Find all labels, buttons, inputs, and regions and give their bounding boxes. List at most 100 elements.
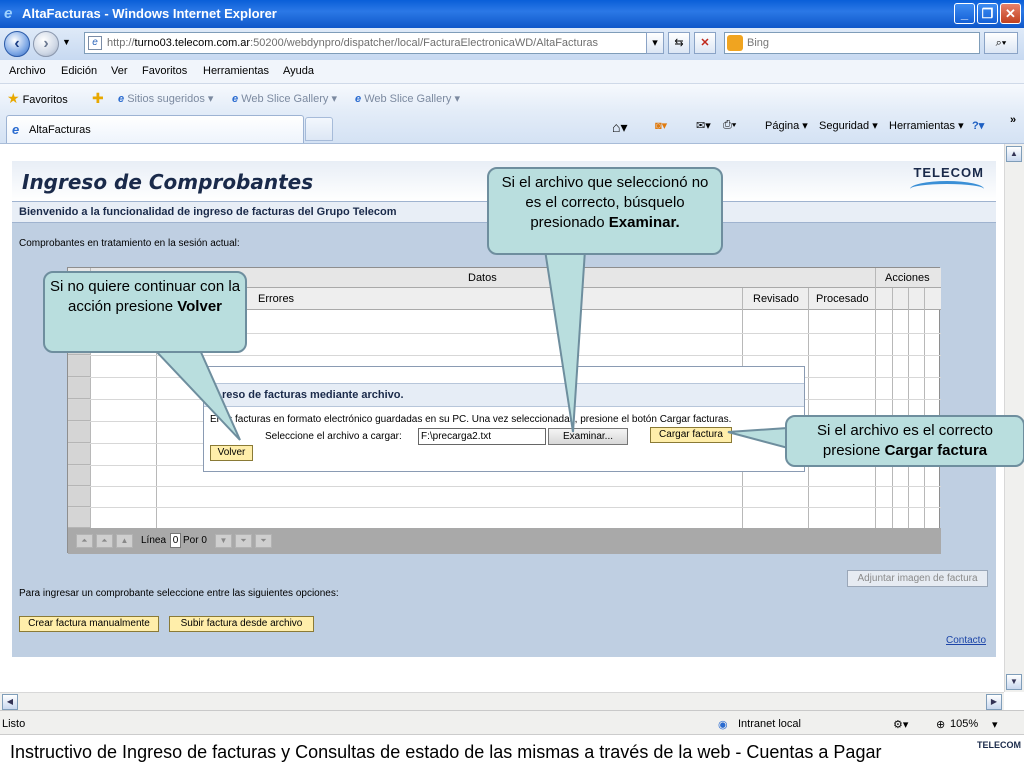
attach-image-button[interactable]: Adjuntar imagen de factura <box>847 570 988 587</box>
feeds-icon[interactable]: ◙▾ <box>655 119 667 132</box>
menu-archivo[interactable]: Archivo <box>9 65 46 77</box>
pager-linea-label: Línea <box>141 535 167 546</box>
row-selector[interactable] <box>68 486 90 507</box>
window-title: AltaFacturas - Windows Internet Explorer <box>22 6 277 21</box>
menu-favoritos[interactable]: Favoritos <box>142 65 187 77</box>
address-dropdown-icon[interactable]: ▾ <box>646 32 664 54</box>
table-pager: ⏶ ⏶ ▲ Línea 0 Por 0 ▼ ⏷ ⏷ <box>68 528 941 554</box>
upload-dialog: reso de facturas mediante archivo. El as… <box>203 366 805 472</box>
tab-altafacturas[interactable]: e AltaFacturas <box>6 115 304 143</box>
ie-page-icon: e <box>355 93 362 105</box>
dialog-header: reso de facturas mediante archivo. <box>204 383 804 407</box>
zone-icon: ◉ <box>718 719 728 731</box>
scroll-up-icon[interactable]: ▲ <box>1006 146 1022 162</box>
cmd-seguridad[interactable]: Seguridad ▾ <box>819 119 878 132</box>
zoom-level[interactable]: 105% <box>950 718 978 730</box>
forward-arrow-icon[interactable]: › <box>33 31 59 57</box>
zoom-icon: ⊕ <box>936 719 946 731</box>
dialog-title: reso de facturas mediante archivo. <box>222 389 404 401</box>
footer-logo: TELECOM <box>977 740 1021 750</box>
browse-callout: Si el archivo que seleccionó no es el co… <box>487 167 723 255</box>
stop-icon[interactable]: ✕ <box>694 32 716 54</box>
refresh-icon[interactable]: ⇆ <box>668 32 690 54</box>
menu-herramientas[interactable]: Herramientas <box>203 65 269 77</box>
more-chevron-icon[interactable]: » <box>1010 114 1016 126</box>
slide-footer: Instructivo de Ingreso de facturas y Con… <box>0 734 1024 768</box>
next-row-icon[interactable]: ▼ <box>215 534 232 548</box>
print-icon[interactable]: ⎙▾ <box>723 119 736 132</box>
pager-por-label: Por 0 <box>183 535 207 546</box>
prev-row-icon[interactable]: ▲ <box>116 534 133 548</box>
scroll-right-icon[interactable]: ▶ <box>986 694 1002 710</box>
address-bar[interactable]: e http://turno03.telecom.com.ar:50200/we… <box>84 32 664 54</box>
row-selector[interactable] <box>68 465 90 486</box>
contact-link[interactable]: Contacto <box>946 635 986 646</box>
telecom-logo-arc <box>910 181 984 197</box>
url-text[interactable]: http://turno03.telecom.com.ar:50200/webd… <box>107 37 598 49</box>
new-tab-button[interactable] <box>305 117 333 141</box>
session-label: Comprobantes en tratamiento en la sesión… <box>19 238 240 249</box>
search-button-icon[interactable]: ⌕▾ <box>984 32 1018 54</box>
row-selector[interactable] <box>68 507 90 528</box>
cmd-pagina[interactable]: Página ▾ <box>765 119 808 132</box>
add-favorite-icon[interactable]: ✚ <box>92 90 104 107</box>
menu-bar: Archivo Edición Ver Favoritos Herramient… <box>0 60 1024 84</box>
star-icon: ★ <box>7 90 20 106</box>
row-selector[interactable] <box>68 355 90 377</box>
row-selector[interactable] <box>68 377 90 399</box>
back-arrow-icon[interactable]: ‹ <box>4 31 30 57</box>
next-page-icon[interactable]: ⏷ <box>235 534 252 548</box>
minimize-button[interactable]: _ <box>954 3 975 24</box>
row-selector[interactable] <box>68 399 90 421</box>
help-icon[interactable]: ?▾ <box>972 119 984 132</box>
header-acciones: Acciones <box>885 272 930 284</box>
telecom-logo: TELECOM <box>913 165 984 180</box>
search-input[interactable]: Bing <box>724 32 980 54</box>
scroll-left-icon[interactable]: ◀ <box>2 694 18 710</box>
menu-edicion[interactable]: Edición <box>61 65 97 77</box>
menu-ayuda[interactable]: Ayuda <box>283 65 314 77</box>
ie-tab-icon: e <box>12 122 20 137</box>
dialog-instructions: El as facturas en formato electrónico gu… <box>210 414 732 425</box>
history-dropdown-icon[interactable]: ▼ <box>62 37 71 47</box>
upload-callout: Si el archivo es el correcto presione Ca… <box>785 415 1024 467</box>
home-icon[interactable]: ⌂▾ <box>612 119 627 136</box>
back-callout: Si no quiere continuar con la acción pre… <box>43 271 247 353</box>
menu-ver[interactable]: Ver <box>111 65 128 77</box>
footer-text: Instructivo de Ingreso de facturas y Con… <box>10 742 882 762</box>
fav-item-webslice-1[interactable]: e Web Slice Gallery ▾ <box>232 92 337 105</box>
file-label: Seleccione el archivo a cargar: <box>265 431 402 442</box>
horizontal-scrollbar[interactable]: ◀ ▶ <box>0 692 1004 710</box>
upload-file-button[interactable]: Subir factura desde archivo <box>169 616 314 632</box>
pager-line-input[interactable]: 0 <box>170 533 181 548</box>
zone-text: Intranet local <box>738 718 801 730</box>
prev-page-icon[interactable]: ⏶ <box>96 534 113 548</box>
status-text: Listo <box>2 718 26 730</box>
first-page-icon[interactable]: ⏶ <box>76 534 93 548</box>
create-manual-button[interactable]: Crear factura manualmente <box>19 616 159 632</box>
scroll-down-icon[interactable]: ▼ <box>1006 674 1022 690</box>
ie-logo-icon: e <box>4 5 13 22</box>
ie-page-icon: e <box>232 93 239 105</box>
zoom-dropdown-icon[interactable]: ▾ <box>992 718 998 731</box>
options-label: Para ingresar un comprobante seleccione … <box>19 588 339 599</box>
last-page-icon[interactable]: ⏷ <box>255 534 272 548</box>
favorites-button[interactable]: ★ Favoritos <box>7 90 68 107</box>
maximize-button[interactable]: ❐ <box>977 3 998 24</box>
browse-button[interactable]: Examinar... <box>548 428 628 445</box>
row-selector[interactable] <box>68 443 90 465</box>
fav-item-sitios[interactable]: e Sitios sugeridos ▾ <box>118 92 213 105</box>
close-button[interactable]: ✕ <box>1000 3 1021 24</box>
back-button[interactable]: Volver <box>210 445 253 461</box>
file-path-input[interactable]: F:\precarga2.txt <box>418 428 546 445</box>
cmd-herramientas[interactable]: Herramientas ▾ <box>889 119 964 132</box>
fav-item-webslice-2[interactable]: e Web Slice Gallery ▾ <box>355 92 460 105</box>
row-selector[interactable] <box>68 421 90 443</box>
upload-invoice-button[interactable]: Cargar factura <box>650 427 732 443</box>
header-datos: Datos <box>468 272 497 284</box>
col-errores: Errores <box>258 293 295 305</box>
mail-icon[interactable]: ✉▾ <box>696 119 711 132</box>
col-revisado: Revisado <box>753 293 799 305</box>
page-title: Ingreso de Comprobantes <box>22 170 314 194</box>
protected-mode-icon[interactable]: ⚙▾ <box>893 718 908 731</box>
